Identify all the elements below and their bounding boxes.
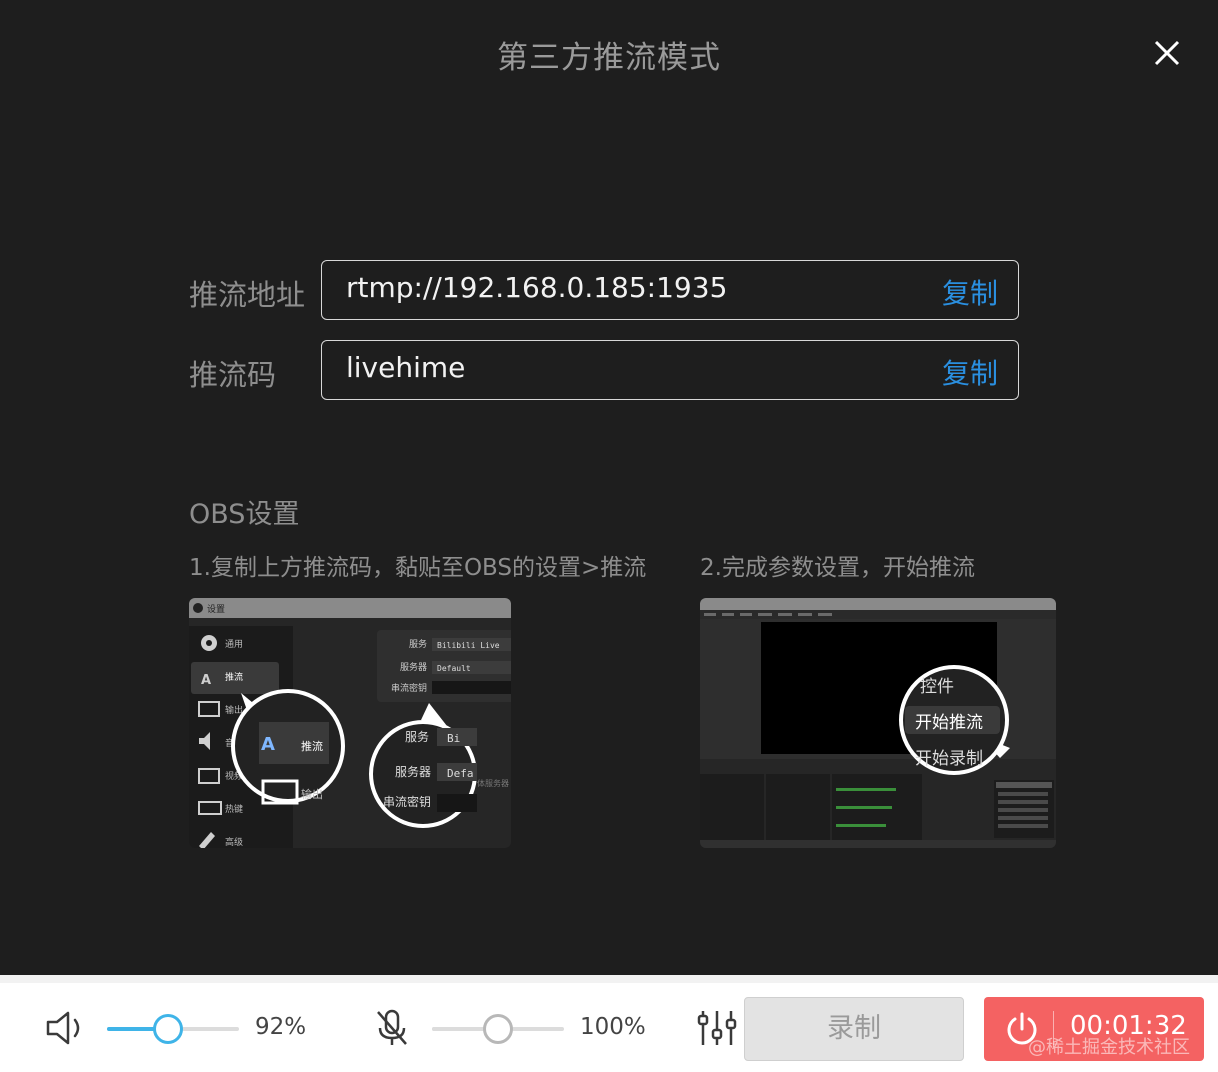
shot2-start-record: 开始录制 <box>915 749 983 769</box>
obs-step-1: 1.复制上方推流码，黏贴至OBS的设置>推流 <box>189 555 647 581</box>
shot1-nav-0: 通用 <box>225 639 243 650</box>
shot2-controls-zoom: 控件 开始推流 开始录制 <box>899 665 1010 775</box>
svg-text:A: A <box>201 673 211 688</box>
shot1-service-label: 服务 <box>409 638 427 650</box>
dialog-title: 第三方推流模式 <box>497 40 721 76</box>
shot1-nav-1: 推流 <box>225 671 243 683</box>
stream-url-value: rtmp://192.168.0.185:1935 <box>346 271 728 304</box>
shot1-window-title: 设置 <box>207 604 225 615</box>
stream-key-label: 推流码 <box>189 358 277 392</box>
copy-url-button[interactable]: 复制 <box>942 272 998 312</box>
shot1-service-value: Bilibili Live <box>437 641 500 650</box>
shot2-start-stream: 开始推流 <box>915 713 983 733</box>
speaker-volume-knob[interactable] <box>152 1014 183 1044</box>
mic-volume-slider[interactable] <box>432 1014 564 1044</box>
obs-main-screenshot: 控件 开始推流 开始录制 <box>700 598 1056 848</box>
shot1-zoom-server-label: 服务器 <box>395 764 431 779</box>
obs-step-2: 2.完成参数设置，开始推流 <box>700 555 975 581</box>
svg-text:A: A <box>261 734 275 755</box>
shot1-zoom-output: 输出 <box>301 787 323 801</box>
shot1-zoom-stream: 推流 <box>301 739 323 753</box>
watermark-text: @稀土掘金技术社区 <box>1028 1037 1190 1058</box>
shot1-key-label: 串流密钥 <box>391 682 427 694</box>
obs-settings-screenshot: 设置 A 通用 推流 输出 音频 视频 热键 高级 服务 Bilibili Li… <box>189 598 511 848</box>
shot1-nav-6: 高级 <box>225 836 243 848</box>
shot1-nav-2: 输出 <box>225 704 243 716</box>
shot1-server-label: 服务器 <box>400 661 427 673</box>
obs-settings-title: OBS设置 <box>189 499 300 530</box>
speaker-volume-slider[interactable] <box>107 1014 239 1044</box>
shot1-side-text: 体服务器 <box>477 778 509 788</box>
shot1-zoom-bubble-nav: A 推流 输出 <box>231 689 345 805</box>
shot1-zoom-key-label: 串流密钥 <box>383 794 431 809</box>
speaker-icon[interactable] <box>45 1010 89 1046</box>
close-icon[interactable] <box>1148 34 1186 72</box>
mic-volume-label: 100% <box>580 1014 646 1040</box>
stream-key-value: livehime <box>346 351 466 384</box>
shot1-zoom-server-value: Defa <box>447 767 474 780</box>
copy-key-button[interactable]: 复制 <box>942 352 998 392</box>
speaker-volume-label: 92% <box>255 1014 307 1040</box>
shot2-controls-label: 控件 <box>920 677 954 697</box>
shot1-zoom-bubble-fields: 服务 Bi 服务器 Defa 串流密钥 <box>369 703 477 828</box>
mic-muted-icon[interactable] <box>374 1008 410 1048</box>
mixer-icon[interactable] <box>696 1008 738 1048</box>
mic-volume-knob[interactable] <box>483 1014 513 1044</box>
shot1-zoom-service-label: 服务 <box>405 729 429 744</box>
shot1-server-value: Default <box>437 664 471 673</box>
shot1-nav-5: 热键 <box>225 803 243 815</box>
stream-url-field: rtmp://192.168.0.185:1935 复制 <box>321 260 1019 320</box>
record-button[interactable]: 录制 <box>744 997 964 1061</box>
third-party-stream-dialog: 第三方推流模式 推流地址 rtmp://192.168.0.185:1935 复… <box>0 0 1218 975</box>
bottom-control-bar: 92% 100% 录制 00:01:32 @稀土掘金技术社区 <box>0 983 1218 1072</box>
shot1-zoom-service-value: Bi <box>447 732 460 745</box>
live-stop-button[interactable]: 00:01:32 @稀土掘金技术社区 <box>984 997 1204 1061</box>
stream-key-field: livehime 复制 <box>321 340 1019 400</box>
stream-url-label: 推流地址 <box>189 278 306 312</box>
